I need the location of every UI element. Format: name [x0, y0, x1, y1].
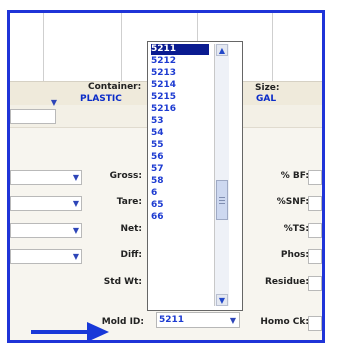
- diff-label: Diff:: [120, 250, 142, 260]
- list-item[interactable]: 65: [151, 200, 209, 211]
- list-item[interactable]: 57: [151, 164, 209, 175]
- list-item[interactable]: 5212: [151, 56, 209, 67]
- mold-id-dropdown-list[interactable]: 5211 5212 5213 5214 5215 5216 53 54 55 5…: [147, 41, 243, 311]
- dropdown-scrollbar[interactable]: ▲ ▼: [214, 44, 229, 306]
- thumb-grip-line: [219, 200, 225, 201]
- chevron-down-icon[interactable]: ▼: [227, 314, 239, 326]
- bf-field[interactable]: [308, 170, 322, 185]
- form-panel: Container: PLASTIC Size: GAL ▼ ▼ Gross: …: [10, 13, 322, 340]
- list-item[interactable]: 54: [151, 128, 209, 139]
- scroll-down-icon[interactable]: ▼: [216, 294, 228, 306]
- container-label: Container:: [88, 82, 142, 92]
- homo-ck-label: Homo Ck:: [260, 317, 309, 327]
- gross-label: Gross:: [109, 171, 142, 181]
- scroll-thumb[interactable]: [216, 180, 228, 220]
- bf-label: % BF:: [280, 171, 309, 181]
- list-item[interactable]: 5216: [151, 104, 209, 115]
- snf-field[interactable]: [308, 196, 322, 211]
- column-divider: [121, 13, 122, 81]
- homo-ck-field[interactable]: [308, 316, 322, 331]
- list-item[interactable]: 66: [151, 212, 209, 223]
- list-item[interactable]: 5211: [151, 44, 209, 55]
- size-value[interactable]: GAL: [256, 94, 276, 104]
- list-item[interactable]: 55: [151, 140, 209, 151]
- scroll-up-icon[interactable]: ▲: [216, 44, 228, 56]
- screenshot-frame: Container: PLASTIC Size: GAL ▼ ▼ Gross: …: [7, 10, 325, 343]
- tare-label: Tare:: [116, 197, 142, 207]
- list-item[interactable]: 53: [151, 116, 209, 127]
- list-item[interactable]: 5214: [151, 80, 209, 91]
- column-divider: [43, 13, 44, 81]
- container-value[interactable]: PLASTIC: [80, 94, 122, 104]
- std-wt-label: Std Wt:: [103, 277, 142, 287]
- chevron-down-icon[interactable]: ▼: [48, 96, 60, 108]
- list-item[interactable]: 6: [151, 188, 209, 199]
- size-label: Size:: [255, 83, 280, 93]
- snf-label: %SNF:: [276, 197, 309, 207]
- list-item[interactable]: 58: [151, 176, 209, 187]
- list-item[interactable]: 56: [151, 152, 209, 163]
- residue-label: Residue:: [264, 277, 309, 287]
- list-item[interactable]: 5215: [151, 92, 209, 103]
- callout-arrow-icon: [31, 322, 109, 340]
- mold-id-value: 5211: [159, 315, 185, 325]
- thumb-grip-line: [219, 203, 225, 204]
- phos-label: Phos:: [280, 250, 309, 260]
- net-label: Net:: [120, 224, 142, 234]
- residue-field[interactable]: [308, 276, 322, 291]
- mold-id-select[interactable]: 5211 ▼: [156, 312, 240, 328]
- top-left-field[interactable]: [10, 109, 56, 124]
- chevron-down-icon[interactable]: ▼: [70, 197, 82, 209]
- chevron-down-icon[interactable]: ▼: [70, 224, 82, 236]
- phos-field[interactable]: [308, 249, 322, 264]
- ts-label: %TS:: [283, 224, 309, 234]
- chevron-down-icon[interactable]: ▼: [70, 250, 82, 262]
- list-item[interactable]: 5213: [151, 68, 209, 79]
- thumb-grip-line: [219, 197, 225, 198]
- ts-field[interactable]: [308, 223, 322, 238]
- column-divider: [272, 13, 273, 81]
- chevron-down-icon[interactable]: ▼: [70, 171, 82, 183]
